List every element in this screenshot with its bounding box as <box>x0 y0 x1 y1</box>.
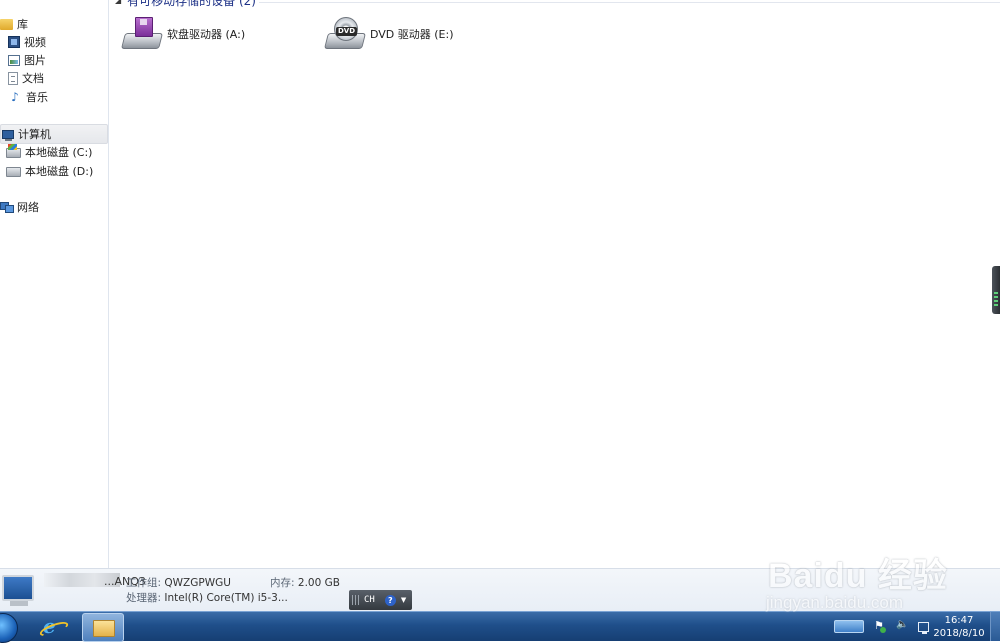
processor-label: 处理器: Intel(R) Core(TM) i5-3... <box>126 590 288 605</box>
computer-icon <box>2 129 14 141</box>
nav-drive-d-label: 本地磁盘 (D:) <box>25 165 94 178</box>
group-header-label: 有可移动存储的设备 (2) <box>127 0 256 8</box>
nav-drive-c-label: 本地磁盘 (C:) <box>25 146 93 159</box>
network-tray-icon[interactable] <box>918 621 929 634</box>
nav-computer-label: 计算机 <box>18 128 51 141</box>
memory-label: 内存: 2.00 GB <box>270 575 340 590</box>
grip-icon[interactable] <box>352 595 360 605</box>
device-dvd-e[interactable]: DVD DVD 驱动器 (E:) <box>324 14 454 54</box>
nav-videos[interactable]: 视频 <box>8 33 46 51</box>
workgroup-key: 工作组: <box>126 577 162 589</box>
taskbar-explorer-button[interactable] <box>82 613 124 642</box>
nav-drive-c[interactable]: 本地磁盘 (C:) <box>6 143 92 161</box>
chevron-down-icon[interactable]: ▼ <box>401 596 406 604</box>
nav-libraries[interactable]: 库 <box>0 15 28 33</box>
baidu-watermark: Baidu 经验 jingyan.baidu.com <box>766 548 948 618</box>
help-icon[interactable]: ? <box>384 594 396 606</box>
nav-libraries-label: 库 <box>17 18 28 31</box>
system-tray <box>834 619 939 634</box>
nav-music-label: 音乐 <box>26 91 48 104</box>
nav-music[interactable]: ♪ 音乐 <box>8 88 48 106</box>
documents-icon <box>8 71 18 85</box>
start-button[interactable] <box>0 613 18 643</box>
group-header-removable[interactable]: ◢ 有可移动存储的设备 (2) <box>115 0 256 8</box>
nav-drive-d[interactable]: 本地磁盘 (D:) <box>6 162 93 180</box>
dvd-badge: DVD <box>336 27 358 36</box>
nav-pictures-label: 图片 <box>24 54 46 67</box>
nav-network[interactable]: 网络 <box>0 198 39 216</box>
dvd-drive-icon: DVD <box>324 17 366 51</box>
network-icon <box>0 202 14 213</box>
memory-value: 2.00 GB <box>297 577 340 589</box>
sidebar-gadget-handle[interactable] <box>992 266 1000 314</box>
music-icon: ♪ <box>11 89 19 104</box>
language-indicator[interactable]: CH <box>364 595 375 605</box>
show-desktop-button[interactable] <box>990 612 1000 641</box>
nav-computer[interactable]: 计算机 <box>0 124 108 144</box>
nav-documents-label: 文档 <box>22 72 44 85</box>
language-bar[interactable]: CH ? ▼ <box>349 590 412 610</box>
memory-key: 内存: <box>270 577 295 589</box>
collapse-triangle-icon[interactable]: ◢ <box>115 0 121 5</box>
folder-icon <box>93 620 115 637</box>
floppy-drive-icon <box>121 17 163 51</box>
group-divider <box>259 2 1000 3</box>
watermark-logo: Baidu 经验 <box>768 557 948 595</box>
tray-show-icons-button[interactable] <box>834 620 864 633</box>
action-center-icon[interactable] <box>874 619 886 633</box>
device-floppy-label: 软盘驱动器 (A:) <box>167 28 246 41</box>
nav-pictures[interactable]: 图片 <box>8 51 46 69</box>
library-icon <box>0 18 13 30</box>
device-floppy-a[interactable]: 软盘驱动器 (A:) <box>121 14 246 54</box>
clock-date: 2018/8/10 <box>933 628 985 639</box>
processor-key: 处理器: <box>126 592 162 604</box>
video-icon <box>8 36 20 48</box>
navigation-pane: 库 视频 图片 文档 ♪ 音乐 计算机 本地磁盘 (C:) 本地磁盘 (D:) … <box>0 0 109 568</box>
volume-icon[interactable] <box>896 619 908 633</box>
content-pane: ◢ 有可移动存储的设备 (2) 软盘驱动器 (A:) DVD DVD 驱动器 (… <box>109 0 1000 568</box>
taskbar-ie-button[interactable]: e <box>34 613 74 640</box>
internet-explorer-icon: e <box>43 614 56 638</box>
computer-icon <box>2 575 34 606</box>
hard-drive-icon <box>6 144 21 158</box>
processor-value: Intel(R) Core(TM) i5-3... <box>164 592 288 604</box>
hard-drive-icon <box>6 167 21 177</box>
pictures-icon <box>8 54 20 66</box>
nav-network-label: 网络 <box>17 201 39 214</box>
nav-documents[interactable]: 文档 <box>8 69 44 87</box>
workgroup-label: 工作组: QWZGPWGU <box>126 575 231 590</box>
nav-videos-label: 视频 <box>24 36 46 49</box>
device-dvd-label: DVD 驱动器 (E:) <box>370 28 454 41</box>
workgroup-value: QWZGPWGU <box>164 577 231 589</box>
